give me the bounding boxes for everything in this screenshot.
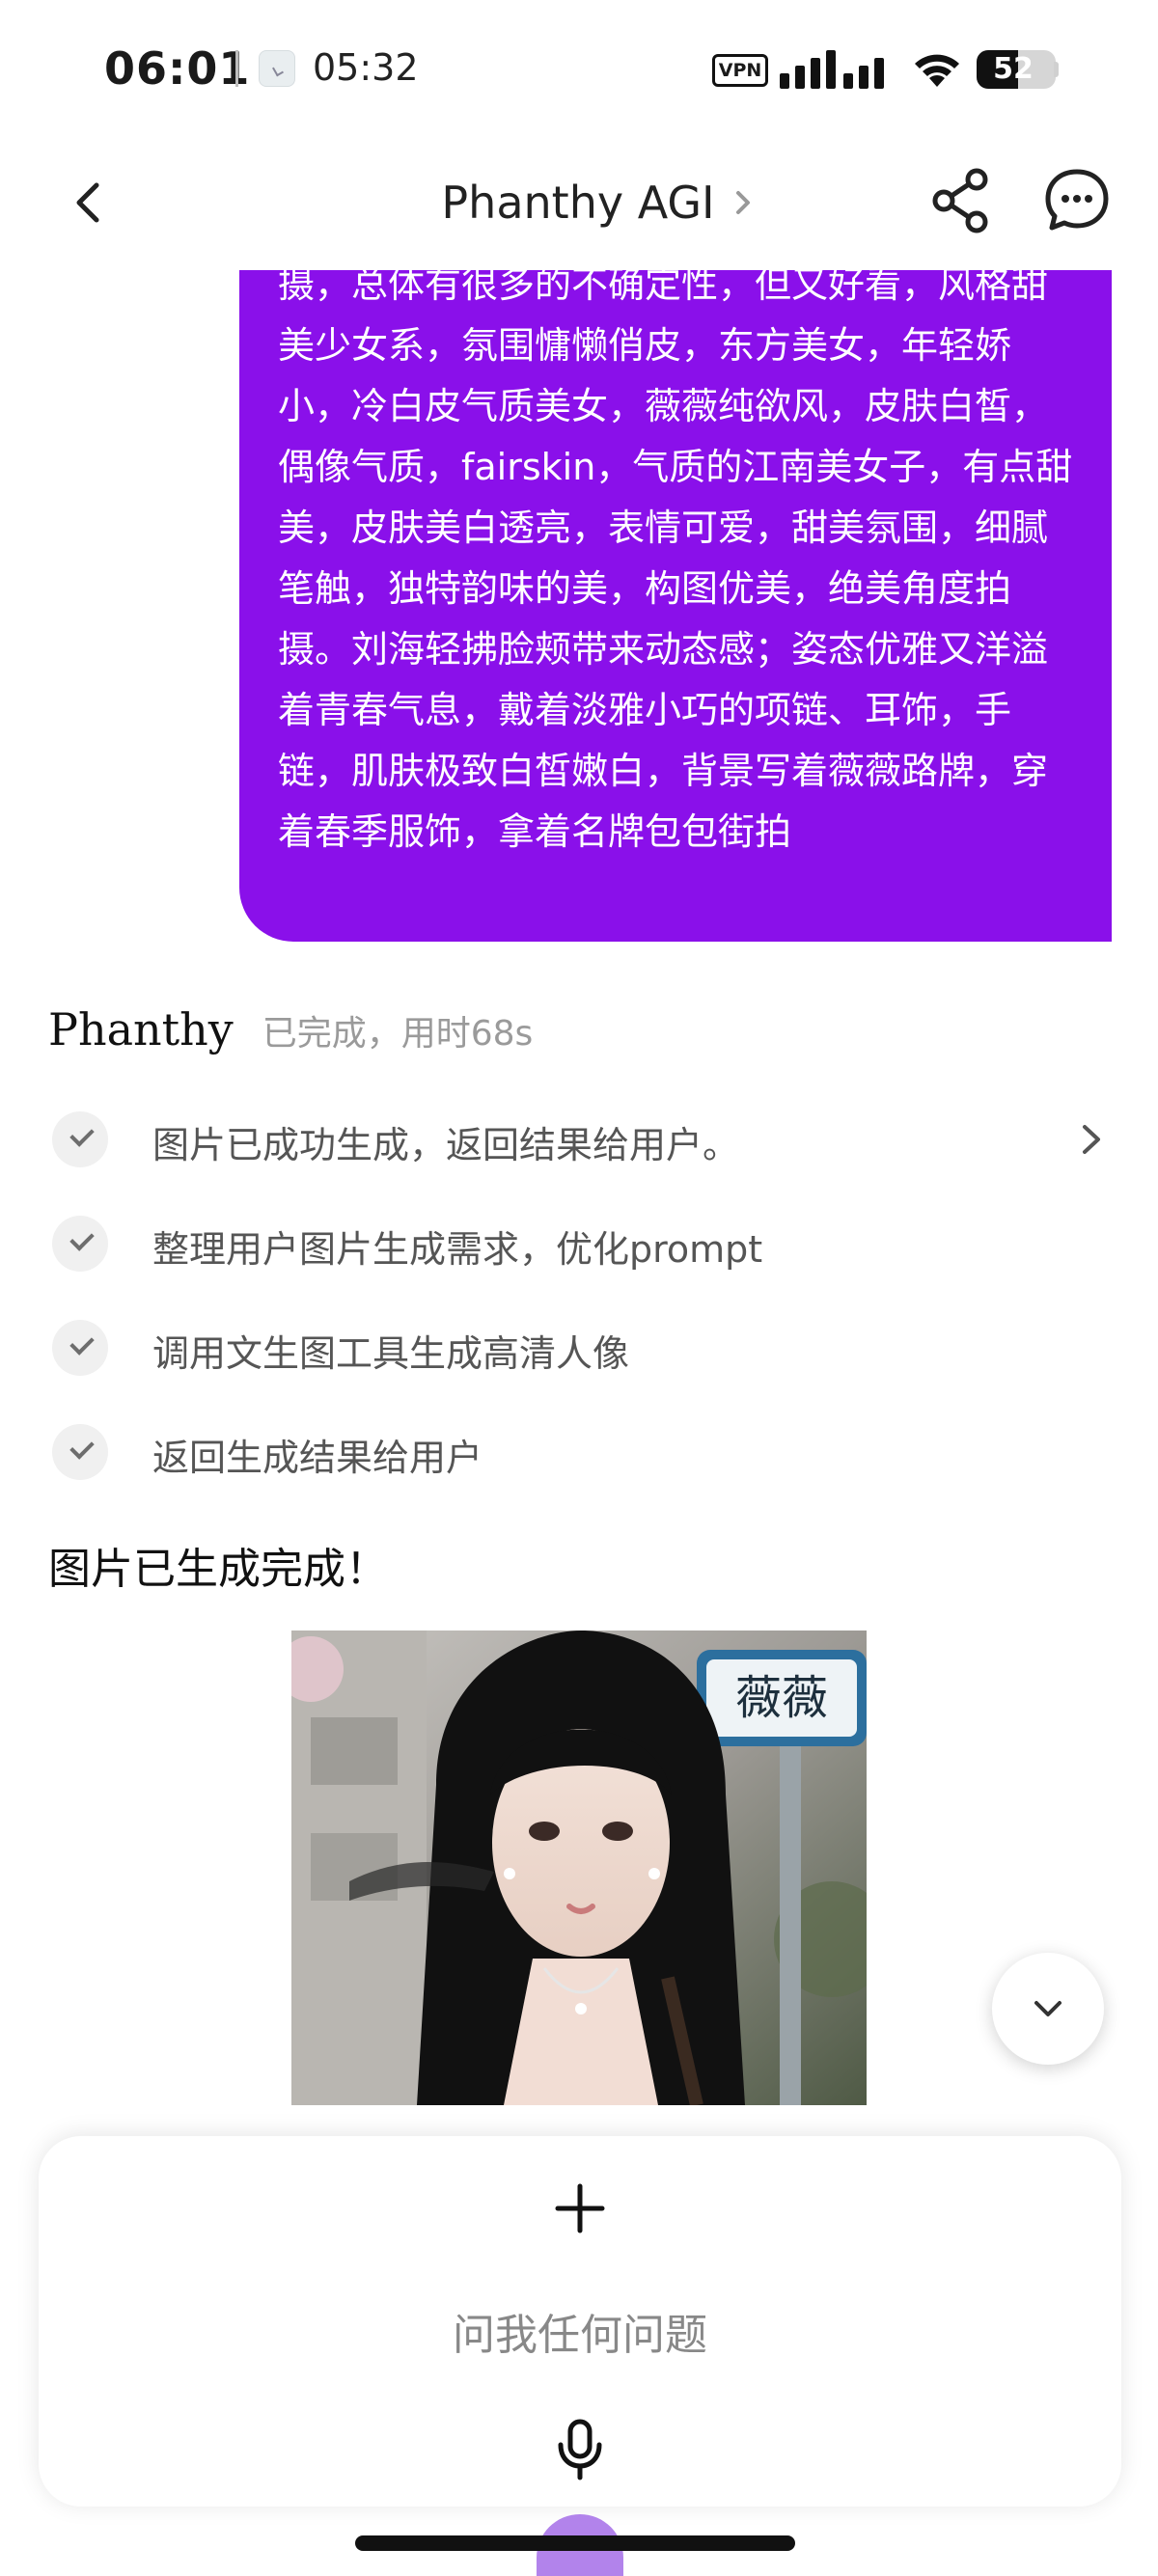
step-item[interactable]: 图片已成功生成，返回结果给用户。	[48, 1100, 1110, 1177]
scroll-down-button[interactable]	[992, 1953, 1104, 2065]
microphone-icon[interactable]	[546, 2416, 614, 2483]
street-sign-text: 薇薇	[735, 1671, 828, 1725]
status-secondary-time: 05:32	[313, 46, 419, 89]
chevron-right-icon	[735, 191, 750, 214]
agent-name: Phanthy	[48, 1003, 234, 1055]
step-label: 调用文生图工具生成高清人像	[152, 1332, 630, 1375]
chat-bubble-icon[interactable]	[1042, 162, 1112, 239]
step-label: 图片已成功生成，返回结果给用户。	[152, 1124, 740, 1166]
step-item: 调用文生图工具生成高清人像	[48, 1308, 1110, 1385]
vpn-icon: VPN	[712, 54, 768, 87]
agent-header: Phanthy 已完成，用时68s	[48, 1003, 533, 1071]
agent-status: 已完成，用时68s	[262, 1014, 534, 1054]
step-item: 整理用户图片生成需求，优化prompt	[48, 1204, 1110, 1281]
status-time: 06:01	[104, 42, 251, 95]
user-message-text: 摄，总体有很多的不确定性，但又好看，风格甜美少女系，氛围慵懒俏皮，东方美女，年轻…	[278, 263, 1073, 853]
expand-chevron-right-icon[interactable]	[1071, 1117, 1110, 1162]
chat-header: Phanthy AGI	[0, 135, 1158, 270]
user-message-bubble: 摄，总体有很多的不确定性，但又好看，风格甜美少女系，氛围慵懒俏皮，东方美女，年轻…	[239, 222, 1112, 942]
chevron-down-icon	[1034, 2001, 1062, 2016]
status-divider	[235, 50, 238, 87]
step-label: 返回生成结果给用户	[152, 1437, 483, 1479]
chat-title-button[interactable]: Phanthy AGI	[405, 164, 791, 241]
result-text: 图片已生成完成！	[48, 1545, 388, 1594]
app-notification-icon	[259, 50, 295, 87]
step-item: 返回生成结果给用户	[48, 1412, 1110, 1490]
status-bar: 06:01 05:32 VPN 52	[0, 0, 1158, 135]
check-icon	[52, 1424, 108, 1480]
back-chevron-left-icon[interactable]	[56, 164, 124, 241]
signal-icon	[780, 48, 892, 89]
battery-tip	[1054, 62, 1059, 77]
check-icon	[52, 1216, 108, 1272]
add-attachment-plus-icon[interactable]	[546, 2175, 614, 2242]
check-icon	[52, 1111, 108, 1167]
step-label: 整理用户图片生成需求，优化prompt	[152, 1228, 763, 1271]
wifi-icon	[915, 54, 959, 87]
generated-portrait-image[interactable]: 薇薇	[291, 1631, 867, 2105]
home-indicator[interactable]	[355, 2535, 795, 2551]
share-icon[interactable]	[926, 162, 996, 239]
page-title: Phanthy AGI	[441, 177, 715, 229]
message-input[interactable]	[232, 2296, 928, 2373]
battery-level: 52	[993, 52, 1034, 86]
composer-card	[39, 2136, 1121, 2507]
battery-icon: 52	[977, 50, 1056, 89]
check-icon	[52, 1320, 108, 1376]
